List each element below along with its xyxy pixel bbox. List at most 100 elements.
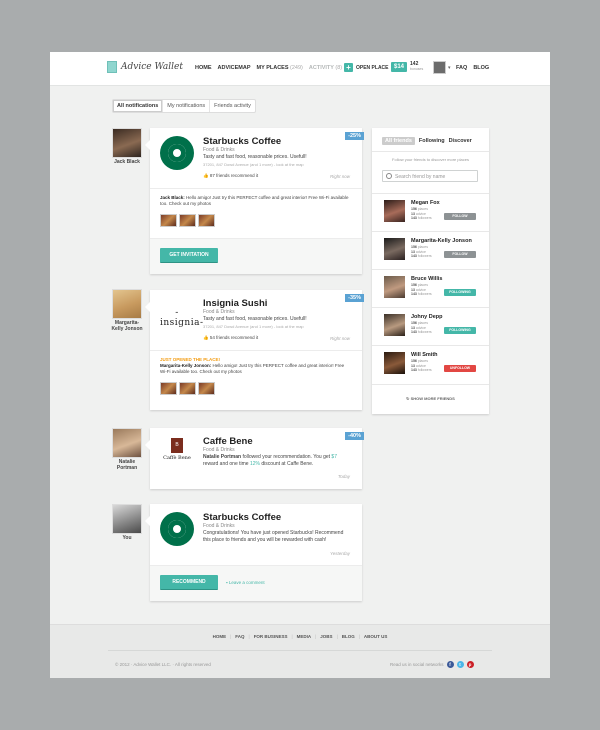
leave-comment-link[interactable]: ▪ Leave a comment	[226, 580, 265, 585]
friend-search-input[interactable]: Search friend by name	[382, 170, 478, 182]
friend-name[interactable]: Bruce Willis	[411, 276, 442, 282]
caffe-bene-mark-icon: B	[171, 438, 183, 453]
tab-discover[interactable]: Discover	[449, 137, 472, 145]
person-name: Margarita-Kelly Jonson	[111, 320, 143, 332]
feed-person[interactable]: Jack Black	[110, 128, 144, 166]
friend-stats: 156 places 13 advice 143 followers	[411, 207, 432, 221]
nav-blog[interactable]: BLOG	[473, 65, 489, 71]
stat-places: 156	[411, 359, 417, 363]
friend-name[interactable]: Margarita-Kelly Jonson	[411, 238, 472, 244]
stat-advice: 13	[411, 325, 415, 330]
stat-label: places	[417, 207, 428, 211]
photo-thumbnail[interactable]	[160, 214, 177, 227]
wallet-amount: $14	[391, 62, 408, 72]
avatar	[112, 289, 142, 319]
tab-all-friends[interactable]: All friends	[382, 137, 415, 145]
place-title[interactable]: Insignia Sushi	[203, 298, 267, 309]
footer-link-for-business[interactable]: FOR BUSINESS	[254, 634, 288, 639]
tab-all-notifications[interactable]: All notifications	[113, 100, 164, 112]
place-title[interactable]: Starbucks Coffee	[203, 512, 281, 523]
photo-thumbnail[interactable]	[179, 214, 196, 227]
stat-followers: 143	[411, 330, 417, 334]
stat-places: 156	[411, 207, 417, 211]
stat-followers: 143	[411, 216, 417, 220]
stat-label: places	[417, 321, 428, 325]
logo[interactable]: Advice Wallet	[107, 61, 183, 73]
follow-button[interactable]: FOLLOW	[444, 213, 476, 220]
chevron-down-icon[interactable]: ▾	[448, 65, 451, 71]
wallet-summary[interactable]: $14 142 bonuses	[391, 62, 423, 72]
comment-author: Jack Black:	[160, 195, 185, 200]
friend-row: Margarita-Kelly Jonson 156 places 13 adv…	[384, 238, 484, 264]
place-category: Food & Drinks	[203, 309, 235, 315]
footer-link-jobs[interactable]: JOBS	[320, 634, 332, 639]
footer-link-faq[interactable]: FAQ	[235, 634, 244, 639]
avatar[interactable]	[384, 276, 405, 298]
avatar[interactable]	[384, 200, 405, 222]
twitter-icon[interactable]: t	[456, 661, 464, 668]
stat-label: advice	[415, 325, 427, 330]
tab-friends-activity[interactable]: Friends activity	[210, 100, 255, 112]
place-title[interactable]: Caffe Bene	[203, 436, 253, 447]
person-name: Jack Black	[114, 159, 140, 165]
open-place-button[interactable]: + OPEN PLACE	[344, 63, 389, 72]
photo-thumbnail[interactable]	[179, 382, 196, 395]
bonuses: 142 bonuses	[410, 62, 423, 72]
following-button[interactable]: FOLLOWING	[444, 289, 476, 296]
facebook-icon[interactable]: f	[446, 661, 454, 668]
avatar[interactable]	[384, 352, 405, 374]
following-button[interactable]: FOLLOWING	[444, 327, 476, 334]
place-address[interactable]: 37201, 847 Dowd Avenue (and 1 more) - lo…	[203, 162, 304, 167]
stat-advice: 13	[411, 211, 415, 216]
friend-name[interactable]: Will Smith	[411, 352, 438, 358]
tab-following[interactable]: Following	[419, 137, 445, 145]
place-description: Tasty and fast food, reasonable prices. …	[203, 154, 307, 160]
avatar[interactable]	[384, 314, 405, 336]
friend-row: Megan Fox 156 places 13 advice 143 follo…	[384, 200, 484, 226]
timestamp: Yesterday	[329, 551, 350, 556]
stat-followers: 143	[411, 292, 417, 296]
friends-tabs: All friends Following Discover	[382, 137, 472, 145]
friend-name[interactable]: Johny Depp	[411, 314, 442, 320]
footer-link-home[interactable]: HOME	[213, 634, 227, 639]
nav-my-places[interactable]: MY PLACES (249)	[257, 65, 303, 71]
user-avatar[interactable]	[433, 61, 446, 74]
footer-link-blog[interactable]: BLOG	[342, 634, 355, 639]
avatar[interactable]	[384, 238, 405, 260]
place-title[interactable]: Starbucks Coffee	[203, 136, 281, 147]
person-name: Natalie Portman	[116, 459, 138, 471]
bonuses-label: bonuses	[410, 67, 424, 71]
stat-label: followers	[417, 216, 432, 220]
place-address[interactable]: 37201, 847 Dowd Avenue (and 1 more) - lo…	[203, 324, 304, 329]
leave-comment-label: Leave a comment	[228, 580, 265, 585]
footer-link-media[interactable]: MEDIA	[297, 634, 312, 639]
photo-thumbnail[interactable]	[160, 382, 177, 395]
get-invitation-button[interactable]: GET INVITATION	[160, 248, 218, 263]
nav-faq[interactable]: FAQ	[456, 65, 467, 71]
pinterest-icon[interactable]: p	[466, 661, 474, 668]
friend-name[interactable]: Megan Fox	[411, 200, 440, 206]
stat-places: 156	[411, 245, 417, 249]
show-more-friends-button[interactable]: ↻ SHOW MORE FRIENDS	[372, 396, 489, 401]
unfollow-button[interactable]: UNFOLLOW	[444, 365, 476, 372]
nav-activity[interactable]: ACTIVITY (8)	[309, 65, 342, 71]
insignia-logo: -insignia-	[160, 308, 204, 328]
stat-advice: 13	[411, 249, 415, 254]
follow-button[interactable]: FOLLOW	[444, 251, 476, 258]
feed-person[interactable]: Margarita-Kelly Jonson	[110, 289, 144, 332]
nav-advicemap[interactable]: ADVICEMAP	[218, 65, 251, 71]
nav-my-places-label: MY PLACES	[256, 65, 289, 71]
recommend-button[interactable]: RECOMMEND	[160, 575, 218, 590]
logo-text: Advice Wallet	[121, 62, 183, 72]
footer-link-about-us[interactable]: ABOUT US	[364, 634, 388, 639]
photo-thumbnail[interactable]	[198, 382, 215, 395]
right-nav: FAQ BLOG	[456, 65, 489, 71]
friends-sidebar: All friends Following Discover Follow yo…	[372, 128, 489, 414]
tab-my-notifications[interactable]: My notifications	[163, 100, 211, 112]
nav-home[interactable]: HOME	[195, 65, 212, 71]
place-description: Tasty and fast food, reasonable prices. …	[203, 316, 307, 322]
photo-thumbnail[interactable]	[198, 214, 215, 227]
feed-person[interactable]: You	[110, 504, 144, 542]
stat-label: advice	[415, 287, 427, 292]
feed-person[interactable]: Natalie Portman	[110, 428, 144, 471]
